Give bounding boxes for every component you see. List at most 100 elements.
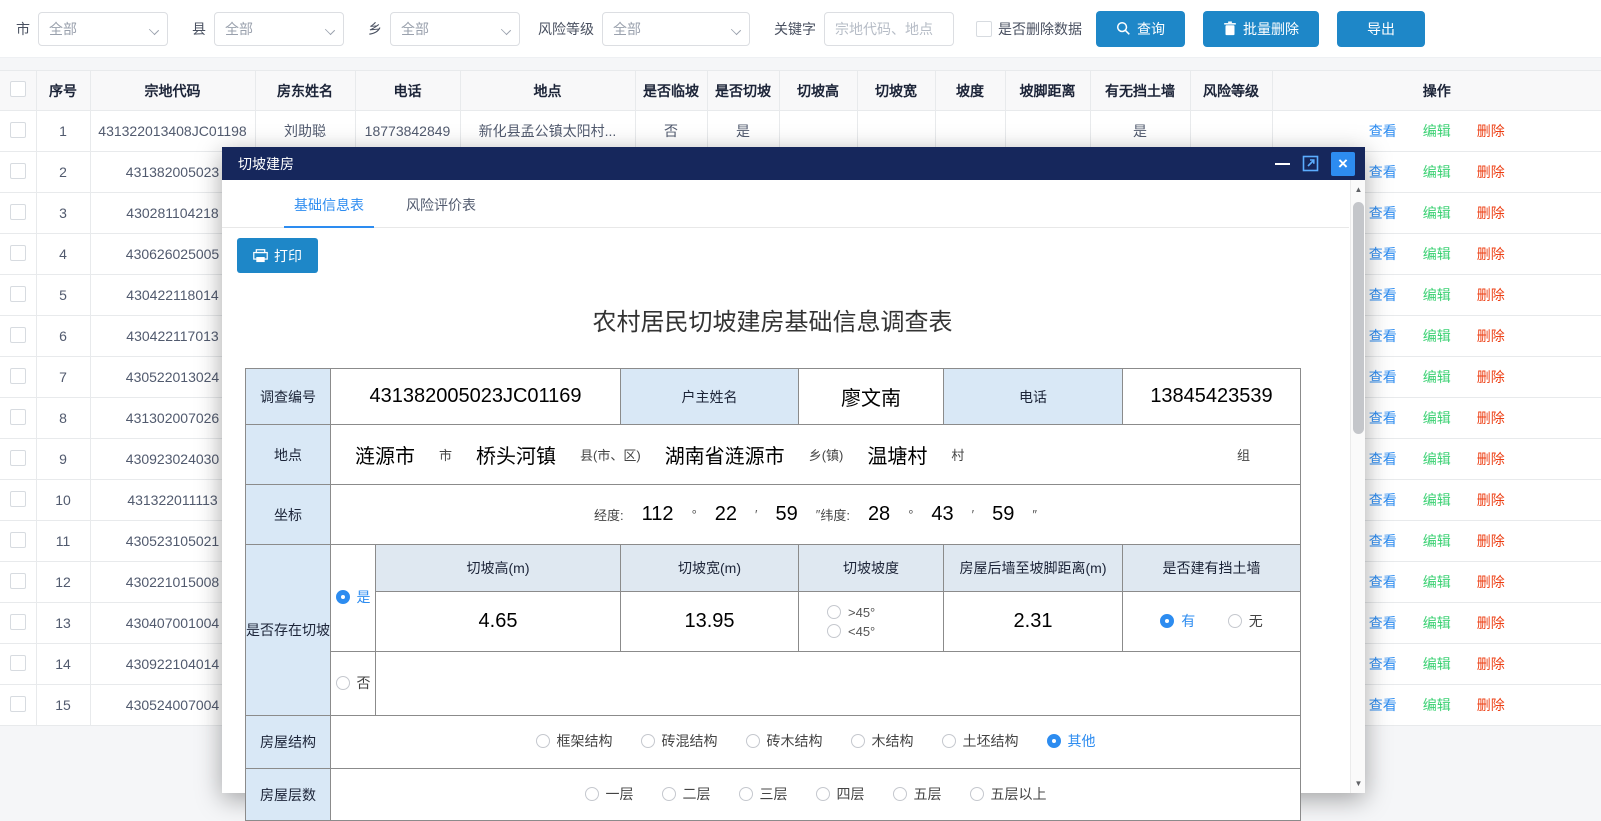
row-checkbox[interactable] — [10, 573, 26, 589]
delete-link[interactable]: 删除 — [1477, 451, 1505, 467]
wall-no-radio[interactable]: 无 — [1228, 611, 1263, 631]
row-checkbox[interactable] — [10, 696, 26, 712]
radio-option[interactable]: 一层 — [585, 784, 634, 804]
radio-option[interactable]: 五层 — [893, 784, 942, 804]
edit-link[interactable]: 编辑 — [1423, 615, 1451, 631]
cut-slope-yes-radio[interactable]: 是 — [336, 587, 371, 607]
edit-link[interactable]: 编辑 — [1423, 246, 1451, 262]
modal-header[interactable]: 切坡建房 × — [222, 147, 1365, 180]
view-link[interactable]: 查看 — [1369, 246, 1397, 262]
maximize-button[interactable] — [1302, 155, 1319, 172]
view-link[interactable]: 查看 — [1369, 533, 1397, 549]
edit-link[interactable]: 编辑 — [1423, 123, 1451, 139]
edit-link[interactable]: 编辑 — [1423, 205, 1451, 221]
delete-link[interactable]: 删除 — [1477, 410, 1505, 426]
edit-link[interactable]: 编辑 — [1423, 492, 1451, 508]
edit-link[interactable]: 编辑 — [1423, 574, 1451, 590]
radio-option[interactable]: 砖混结构 — [641, 731, 718, 751]
delete-link[interactable]: 删除 — [1477, 205, 1505, 221]
radio-option[interactable]: <45° — [827, 624, 875, 639]
scroll-down-icon[interactable]: ▼ — [1351, 776, 1366, 791]
query-button[interactable]: 查询 — [1096, 11, 1185, 47]
view-link[interactable]: 查看 — [1369, 656, 1397, 672]
radio-option[interactable]: 木结构 — [851, 731, 914, 751]
edit-link[interactable]: 编辑 — [1423, 656, 1451, 672]
view-link[interactable]: 查看 — [1369, 492, 1397, 508]
row-checkbox[interactable] — [10, 368, 26, 384]
radio-option[interactable]: 四层 — [816, 784, 865, 804]
minimize-button[interactable] — [1275, 163, 1290, 165]
edit-link[interactable]: 编辑 — [1423, 410, 1451, 426]
delete-link[interactable]: 删除 — [1477, 697, 1505, 713]
radio-option[interactable]: >45° — [827, 605, 875, 620]
delete-link[interactable]: 删除 — [1477, 615, 1505, 631]
edit-link[interactable]: 编辑 — [1423, 697, 1451, 713]
row-checkbox[interactable] — [10, 532, 26, 548]
edit-link[interactable]: 编辑 — [1423, 451, 1451, 467]
delete-link[interactable]: 删除 — [1477, 328, 1505, 344]
radio-option[interactable]: 其他 — [1047, 731, 1096, 751]
modal-scrollbar[interactable]: ▲ ▼ — [1350, 180, 1365, 793]
row-checkbox[interactable] — [10, 450, 26, 466]
delete-link[interactable]: 删除 — [1477, 164, 1505, 180]
edit-link[interactable]: 编辑 — [1423, 287, 1451, 303]
radio-option[interactable]: 二层 — [662, 784, 711, 804]
row-checkbox[interactable] — [10, 491, 26, 507]
delete-link[interactable]: 删除 — [1477, 574, 1505, 590]
cut-slope-no-radio[interactable]: 否 — [336, 673, 371, 693]
scrollbar-thumb[interactable] — [1353, 202, 1364, 434]
row-checkbox[interactable] — [10, 614, 26, 630]
view-link[interactable]: 查看 — [1369, 410, 1397, 426]
batch-delete-button[interactable]: 批量删除 — [1203, 11, 1319, 47]
delete-link[interactable]: 删除 — [1477, 492, 1505, 508]
view-link[interactable]: 查看 — [1369, 164, 1397, 180]
print-button[interactable]: 打印 — [237, 238, 318, 273]
delete-link[interactable]: 删除 — [1477, 656, 1505, 672]
view-link[interactable]: 查看 — [1369, 574, 1397, 590]
deleted-data-checkbox[interactable] — [976, 21, 992, 37]
row-checkbox[interactable] — [10, 204, 26, 220]
delete-link[interactable]: 删除 — [1477, 287, 1505, 303]
risk-level-select[interactable]: 全部 — [602, 12, 750, 46]
row-checkbox[interactable] — [10, 409, 26, 425]
edit-link[interactable]: 编辑 — [1423, 164, 1451, 180]
deleted-data-checkbox-wrap[interactable]: 是否删除数据 — [976, 19, 1082, 39]
row-checkbox[interactable] — [10, 122, 26, 138]
view-link[interactable]: 查看 — [1369, 697, 1397, 713]
row-checkbox[interactable] — [10, 163, 26, 179]
radio-option[interactable]: 五层以上 — [970, 784, 1047, 804]
radio-option[interactable]: 砖木结构 — [746, 731, 823, 751]
row-checkbox[interactable] — [10, 327, 26, 343]
county-select[interactable]: 全部 — [214, 12, 344, 46]
edit-link[interactable]: 编辑 — [1423, 533, 1451, 549]
close-button[interactable]: × — [1331, 152, 1355, 176]
view-link[interactable]: 查看 — [1369, 205, 1397, 221]
delete-link[interactable]: 删除 — [1477, 369, 1505, 385]
view-link[interactable]: 查看 — [1369, 451, 1397, 467]
view-link[interactable]: 查看 — [1369, 123, 1397, 139]
view-link[interactable]: 查看 — [1369, 615, 1397, 631]
delete-link[interactable]: 删除 — [1477, 246, 1505, 262]
select-all-checkbox[interactable] — [10, 81, 26, 97]
row-checkbox[interactable] — [10, 245, 26, 261]
view-link[interactable]: 查看 — [1369, 369, 1397, 385]
view-link[interactable]: 查看 — [1369, 287, 1397, 303]
edit-link[interactable]: 编辑 — [1423, 328, 1451, 344]
delete-link[interactable]: 删除 — [1477, 533, 1505, 549]
city-select[interactable]: 全部 — [38, 12, 168, 46]
scroll-up-icon[interactable]: ▲ — [1351, 182, 1366, 197]
wall-yes-radio[interactable]: 有 — [1160, 611, 1195, 631]
tab-basic-info[interactable]: 基础信息表 — [290, 195, 368, 227]
radio-option[interactable]: 框架结构 — [536, 731, 613, 751]
row-checkbox[interactable] — [10, 286, 26, 302]
township-select[interactable]: 全部 — [390, 12, 520, 46]
row-checkbox[interactable] — [10, 655, 26, 671]
keyword-input[interactable] — [824, 12, 954, 46]
radio-option[interactable]: 三层 — [739, 784, 788, 804]
export-button[interactable]: 导出 — [1337, 11, 1425, 47]
tab-risk-evaluation[interactable]: 风险评价表 — [402, 195, 480, 227]
radio-option[interactable]: 土坯结构 — [942, 731, 1019, 751]
delete-link[interactable]: 删除 — [1477, 123, 1505, 139]
view-link[interactable]: 查看 — [1369, 328, 1397, 344]
edit-link[interactable]: 编辑 — [1423, 369, 1451, 385]
